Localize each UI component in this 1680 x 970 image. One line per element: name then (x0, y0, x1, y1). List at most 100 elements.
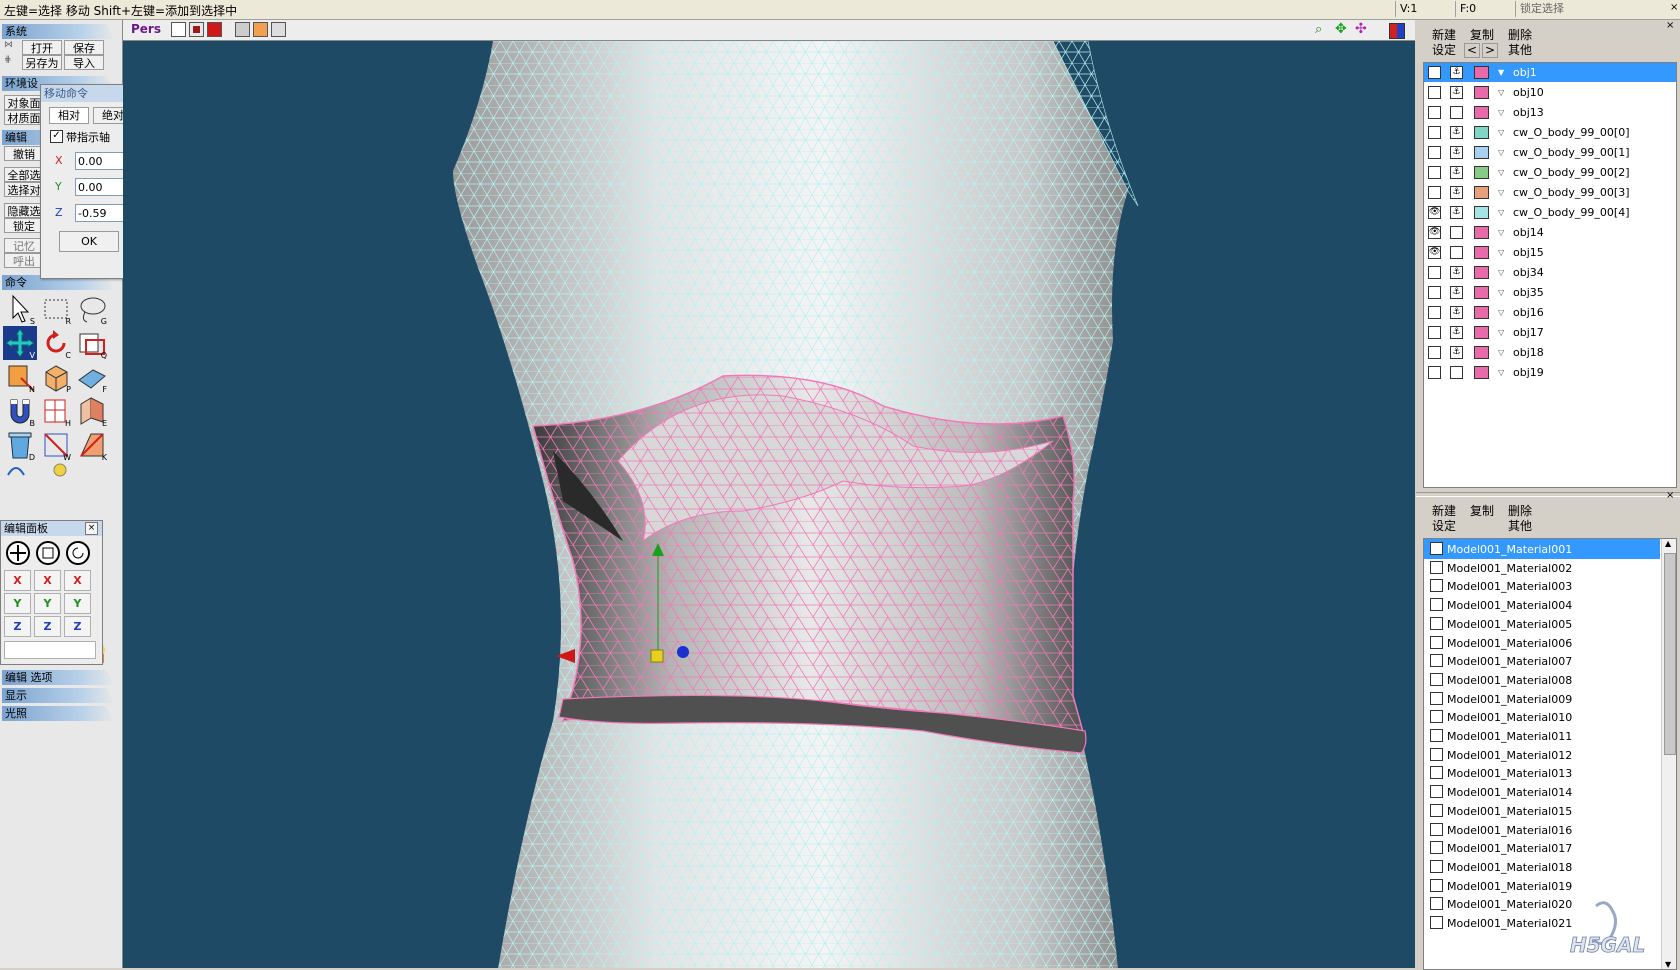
x-axis-rotate-button[interactable]: X (64, 570, 91, 591)
expand-icon[interactable]: ▽ (1498, 108, 1504, 117)
color-mode-icon[interactable] (1389, 23, 1405, 39)
visibility-checkbox[interactable] (1428, 166, 1441, 179)
eye-icon[interactable]: 👁 (1428, 206, 1441, 219)
material-checkbox[interactable] (1430, 897, 1443, 911)
visibility-checkbox[interactable] (1428, 346, 1441, 359)
object-settings-button[interactable]: 设定 (1426, 43, 1462, 58)
x-axis-move-button[interactable]: X (4, 570, 31, 591)
material-checkbox[interactable] (1430, 878, 1443, 892)
material-row[interactable]: Model001_Material018 (1424, 857, 1660, 877)
material-row[interactable]: Model001_Material008 (1424, 670, 1660, 690)
ok-button[interactable]: OK (59, 231, 119, 252)
hide-selection-button[interactable]: 隐藏选 (4, 203, 44, 218)
camera-view-icon[interactable] (235, 22, 250, 37)
wireframe-view-icon[interactable] (171, 22, 186, 37)
z-input[interactable] (75, 204, 127, 222)
expand-icon[interactable]: ▽ (1498, 368, 1504, 377)
material-checkbox[interactable] (1430, 672, 1443, 686)
material-row[interactable]: Model001_Material005 (1424, 614, 1660, 634)
material-checkbox[interactable] (1430, 560, 1443, 574)
color-swatch[interactable] (1474, 166, 1489, 179)
material-panel-button[interactable]: 材质面 (4, 110, 44, 125)
color-swatch[interactable] (1474, 186, 1489, 199)
expand-icon[interactable]: ▽ (1498, 208, 1504, 217)
curve-icon[interactable] (6, 465, 26, 477)
material-copy-button[interactable]: 复制 (1464, 504, 1500, 519)
material-checkbox[interactable] (1430, 785, 1443, 799)
visibility-checkbox[interactable] (1428, 326, 1441, 339)
color-swatch[interactable] (1474, 126, 1489, 139)
close-icon[interactable]: × (85, 522, 98, 535)
object-row[interactable]: 👁 ⚓ ▽ cw_O_body_99_00[4] (1424, 203, 1676, 222)
knife-tool[interactable]: H (39, 394, 73, 428)
relative-button[interactable]: 相对 (49, 107, 89, 124)
undo-button[interactable]: 撤销 (4, 146, 44, 161)
object-row[interactable]: ▽ obj13 (1424, 103, 1676, 122)
material-checkbox[interactable] (1430, 729, 1443, 742)
scale-tool[interactable]: Q (75, 326, 109, 360)
material-row[interactable]: Model001_Material009 (1424, 689, 1660, 709)
material-other-button[interactable]: 其他 (1502, 519, 1538, 534)
material-checkbox[interactable] (1430, 616, 1443, 630)
material-checkbox[interactable] (1430, 598, 1443, 612)
object-other-button[interactable]: 其他 (1502, 43, 1538, 58)
lock-icon[interactable]: ⚓ (1450, 166, 1463, 179)
material-row[interactable]: Model001_Material002 (1424, 558, 1660, 578)
expand-icon[interactable]: ▽ (1498, 88, 1504, 97)
expand-icon[interactable]: ▽ (1498, 328, 1504, 337)
object-row[interactable]: ⚓ ▽ cw_O_body_99_00[2] (1424, 163, 1676, 182)
lock-checkbox[interactable] (1450, 226, 1463, 239)
object-prev-button[interactable]: < (1464, 43, 1480, 58)
material-row[interactable]: Model001_Material001 (1424, 539, 1660, 559)
object-next-button[interactable]: > (1482, 43, 1498, 58)
select-tool[interactable]: S (3, 292, 37, 326)
save-as-button[interactable]: 另存为 (22, 55, 62, 70)
color-swatch[interactable] (1474, 206, 1489, 219)
z-axis-rotate-button[interactable]: Z (64, 616, 91, 637)
front-view-icon[interactable] (253, 22, 268, 37)
material-settings-button[interactable]: 设定 (1426, 519, 1462, 534)
select-all-button[interactable]: 全部选 (4, 167, 44, 182)
open-button[interactable]: 打开 (22, 40, 62, 55)
visibility-checkbox[interactable] (1428, 306, 1441, 319)
display-header[interactable]: 显示 (2, 688, 115, 703)
object-row[interactable]: 👁 ▽ obj15 (1424, 243, 1676, 262)
lighting-header[interactable]: 光照 (2, 706, 115, 721)
material-row[interactable]: Model001_Material007 (1424, 651, 1660, 671)
z-axis-scale-button[interactable]: Z (34, 616, 61, 637)
expand-icon[interactable]: ▼ (1498, 68, 1504, 77)
recall-button[interactable]: 呼出 (4, 253, 44, 268)
lock-icon[interactable]: ⚓ (1450, 86, 1463, 99)
system-header[interactable]: 系统 (2, 24, 115, 39)
extrude-tool[interactable]: E (75, 394, 109, 428)
expand-icon[interactable]: ▽ (1498, 188, 1504, 197)
visibility-checkbox[interactable] (1428, 106, 1441, 119)
expand-icon[interactable]: ▽ (1498, 128, 1504, 137)
visibility-checkbox[interactable] (1428, 126, 1441, 139)
lock-icon[interactable]: ⚓ (1450, 326, 1463, 339)
lasso-tool[interactable]: G (75, 292, 109, 326)
bevel-tool[interactable]: K (75, 428, 109, 462)
visibility-checkbox[interactable] (1428, 266, 1441, 279)
visibility-checkbox[interactable] (1428, 286, 1441, 299)
lock-checkbox[interactable] (1450, 246, 1463, 259)
shaded-view-icon[interactable] (189, 22, 204, 37)
material-row[interactable]: Model001_Material011 (1424, 726, 1660, 746)
material-checkbox[interactable] (1430, 822, 1443, 836)
color-swatch[interactable] (1474, 366, 1489, 379)
panel-splitter[interactable] (1416, 492, 1680, 497)
y-input[interactable] (75, 178, 127, 196)
expand-icon[interactable]: ▽ (1498, 248, 1504, 257)
rotate-tool[interactable]: C (39, 326, 73, 360)
color-swatch[interactable] (1474, 226, 1489, 239)
visibility-checkbox[interactable] (1428, 186, 1441, 199)
lock-icon[interactable]: ⚓ (1450, 146, 1463, 159)
lock-icon[interactable]: ⚓ (1450, 186, 1463, 199)
material-checkbox[interactable] (1430, 766, 1443, 780)
color-swatch[interactable] (1474, 106, 1489, 119)
object-row[interactable]: ⚓ ▽ obj35 (1424, 283, 1676, 302)
color-swatch[interactable] (1474, 326, 1489, 339)
close-icon[interactable]: × (1666, 490, 1674, 501)
lock-button[interactable]: 锁定 (4, 218, 44, 233)
object-row[interactable]: ⚓ ▽ obj17 (1424, 323, 1676, 342)
